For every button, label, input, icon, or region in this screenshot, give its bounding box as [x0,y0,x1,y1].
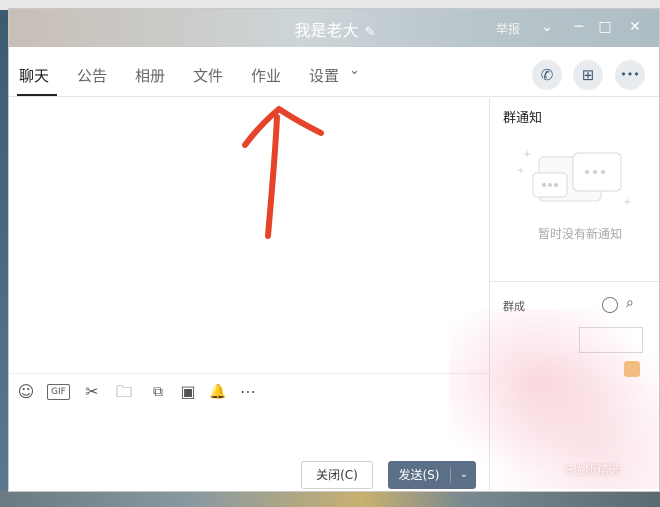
input-toolbar-divider [9,373,489,374]
bell-icon[interactable]: 🔔 [207,381,229,403]
desktop-taskbar [0,490,660,507]
folder-icon[interactable]: 🗀 [113,381,135,403]
scissors-icon[interactable]: ✂ [81,381,103,403]
svg-text:+: + [623,197,631,208]
notice-empty-text: 暂时没有新通知 [537,227,622,241]
more-tools-icon[interactable]: ⋯ [237,381,259,403]
image-icon[interactable]: ▣ [177,381,199,403]
group-chat-window: 我是老大 ✎ 举报 ⌄ ─ □ ✕ 聊天 公告 相册 文件 作业 设置 ⌄ ✆ ⊞… [8,8,660,492]
watermark-text: S优质精选 [565,463,621,477]
svg-text:+: + [523,149,531,160]
screenshot-icon[interactable]: ⧉ [147,381,169,403]
gif-button[interactable]: GIF [47,384,70,400]
svg-text:+: + [517,166,525,176]
desktop-background [0,0,8,507]
watermark-blob [449,309,659,489]
notice-title: 群通知 [503,111,543,126]
message-input[interactable] [9,405,489,455]
send-button-label[interactable]: 发送(S) [388,461,450,489]
close-button[interactable]: 关闭(C) [301,461,373,489]
members-divider [490,281,659,282]
empty-notice-illustration-icon: + + + [517,149,631,208]
emoji-icon[interactable]: ☺ [15,381,37,403]
